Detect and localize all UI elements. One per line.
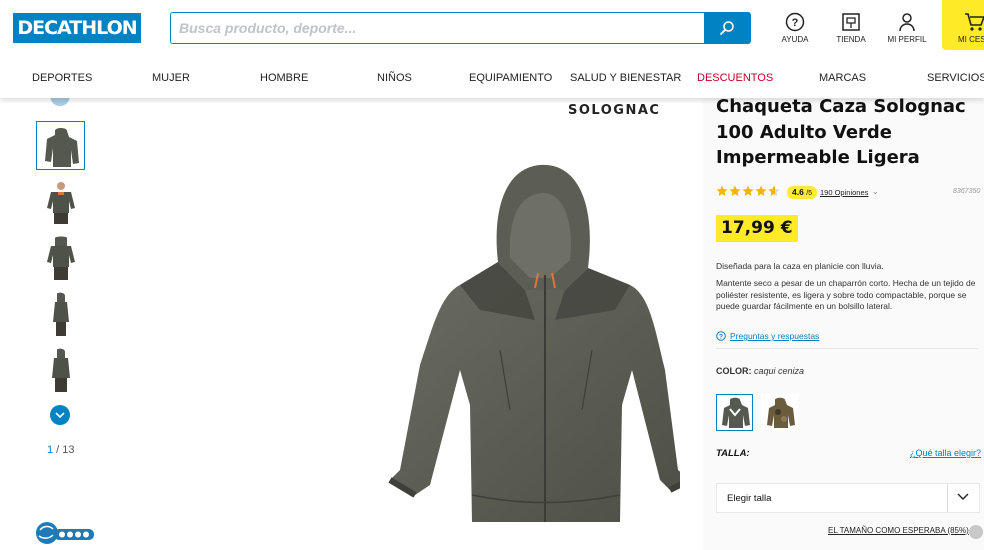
color-label-key: COLOR: (716, 366, 752, 376)
chevron-down-icon[interactable]: ⌄ (872, 187, 879, 196)
cart-icon (965, 13, 984, 31)
star-icon (729, 185, 741, 196)
fit-feedback: EL TAMAÑO COMO ESPERABA (85%) (828, 526, 969, 535)
rating-badge: 4.6 /5 (787, 186, 818, 199)
star-icon (742, 185, 754, 196)
model-front-thumb-image (46, 181, 75, 224)
gallery-thumb[interactable] (36, 121, 85, 170)
cart-button[interactable]: MI CES (942, 0, 984, 50)
qa-link-label: Preguntas y respuestas (730, 331, 820, 341)
opinions-link[interactable]: 190 Opiniones (820, 188, 868, 197)
color-swatch-caqui[interactable] (716, 394, 753, 431)
qa-link[interactable]: ? Preguntas y respuestas (716, 331, 819, 341)
search-input[interactable] (171, 13, 705, 43)
search-bar (170, 12, 751, 44)
color-label: COLOR: caqui ceniza (716, 366, 804, 376)
color-value: caqui ceniza (754, 366, 805, 376)
help-link[interactable]: ? AYUDA (770, 12, 820, 44)
gallery-counter-sep: / (53, 444, 63, 456)
gallery-thumb[interactable] (36, 233, 85, 282)
nav-item-equipamiento[interactable]: EQUIPAMIENTO (469, 72, 552, 84)
help-label: AYUDA (781, 35, 809, 44)
gallery-down-button[interactable] (50, 405, 70, 425)
jacket-thumb-image (44, 127, 79, 167)
brand-label: SOLOGNAC (568, 103, 661, 118)
search-icon (720, 21, 734, 35)
size-guide-link[interactable]: ¿Qué talla elegir? (910, 448, 981, 458)
product-description: Mantente seco a pesar de un chaparrón co… (716, 278, 976, 311)
gallery-counter: 1 / 13 (47, 444, 75, 456)
product-price: 17,99 € (716, 215, 798, 242)
model-side-thumb-image (52, 292, 69, 336)
model-back-thumb-image (51, 348, 70, 392)
help-icon: ? (785, 12, 805, 32)
search-button[interactable] (704, 13, 750, 43)
nav-item-descuentos[interactable]: DESCUENTOS (697, 72, 773, 84)
color-swatch-camo[interactable] (761, 394, 798, 431)
site-header: DECATHLON ? AYUDA TIENDA MI PERFIL MI CE… (0, 0, 984, 58)
jacket-camo-swatch-image (766, 397, 795, 428)
fit-indicator-icon (969, 525, 983, 539)
model-hood-thumb-image (46, 236, 75, 280)
decathlon-logo[interactable]: DECATHLON (13, 13, 141, 43)
gallery-thumb[interactable] (36, 289, 85, 338)
main-nav: DEPORTES MUJER HOMBRE NIÑOS EQUIPAMIENTO… (0, 60, 984, 98)
star-rating[interactable] (716, 185, 780, 197)
gallery-thumb[interactable] (36, 177, 85, 226)
product-reference: 8367350 (953, 188, 981, 195)
gallery-counter-total: 13 (62, 444, 75, 456)
svg-text:?: ? (792, 17, 799, 29)
size-select[interactable]: Elegir talla (716, 483, 980, 513)
nav-item-marcas[interactable]: MARCAS (819, 72, 866, 84)
rating-max: /5 (806, 190, 813, 197)
store-link[interactable]: TIENDA (826, 12, 876, 44)
size-label: TALLA: (716, 448, 750, 459)
product-title: Chaqueta Caza Solognac 100 Adulto Verde … (716, 96, 966, 168)
main-product-image[interactable] (360, 150, 680, 525)
chevron-down-icon (957, 493, 969, 500)
product-tagline: Diseñada para la caza en planicie con ll… (716, 261, 884, 271)
size-select-value: Elegir talla (727, 493, 772, 504)
rating-value: 4.6 (792, 187, 804, 197)
divider (716, 348, 978, 349)
profile-label: MI PERFIL (887, 35, 927, 44)
profile-link[interactable]: MI PERFIL (882, 12, 932, 44)
nav-item-salud[interactable]: SALUD Y BIENESTAR (570, 72, 681, 84)
nav-item-mujer[interactable]: MUJER (152, 72, 190, 84)
chevron-down-icon (55, 412, 65, 418)
nav-item-deportes[interactable]: DEPORTES (32, 72, 92, 84)
select-separator (947, 484, 948, 512)
gallery-thumb[interactable] (36, 345, 85, 394)
user-icon (899, 13, 915, 32)
svg-text:?: ? (719, 334, 723, 341)
nav-item-servicios[interactable]: SERVICIOS (927, 72, 984, 84)
star-half-icon (768, 185, 780, 196)
nav-item-ninos[interactable]: NIÑOS (377, 72, 412, 84)
store-label: TIENDA (836, 35, 866, 44)
cart-label: MI CES (958, 35, 984, 44)
jacket-grey-swatch-image (721, 397, 750, 428)
question-circle-icon: ? (716, 331, 726, 341)
nav-item-hombre[interactable]: HOMBRE (260, 72, 308, 84)
eco-design-badge (36, 522, 94, 544)
store-icon (842, 13, 860, 31)
star-icon (716, 185, 728, 196)
star-icon (755, 185, 767, 196)
